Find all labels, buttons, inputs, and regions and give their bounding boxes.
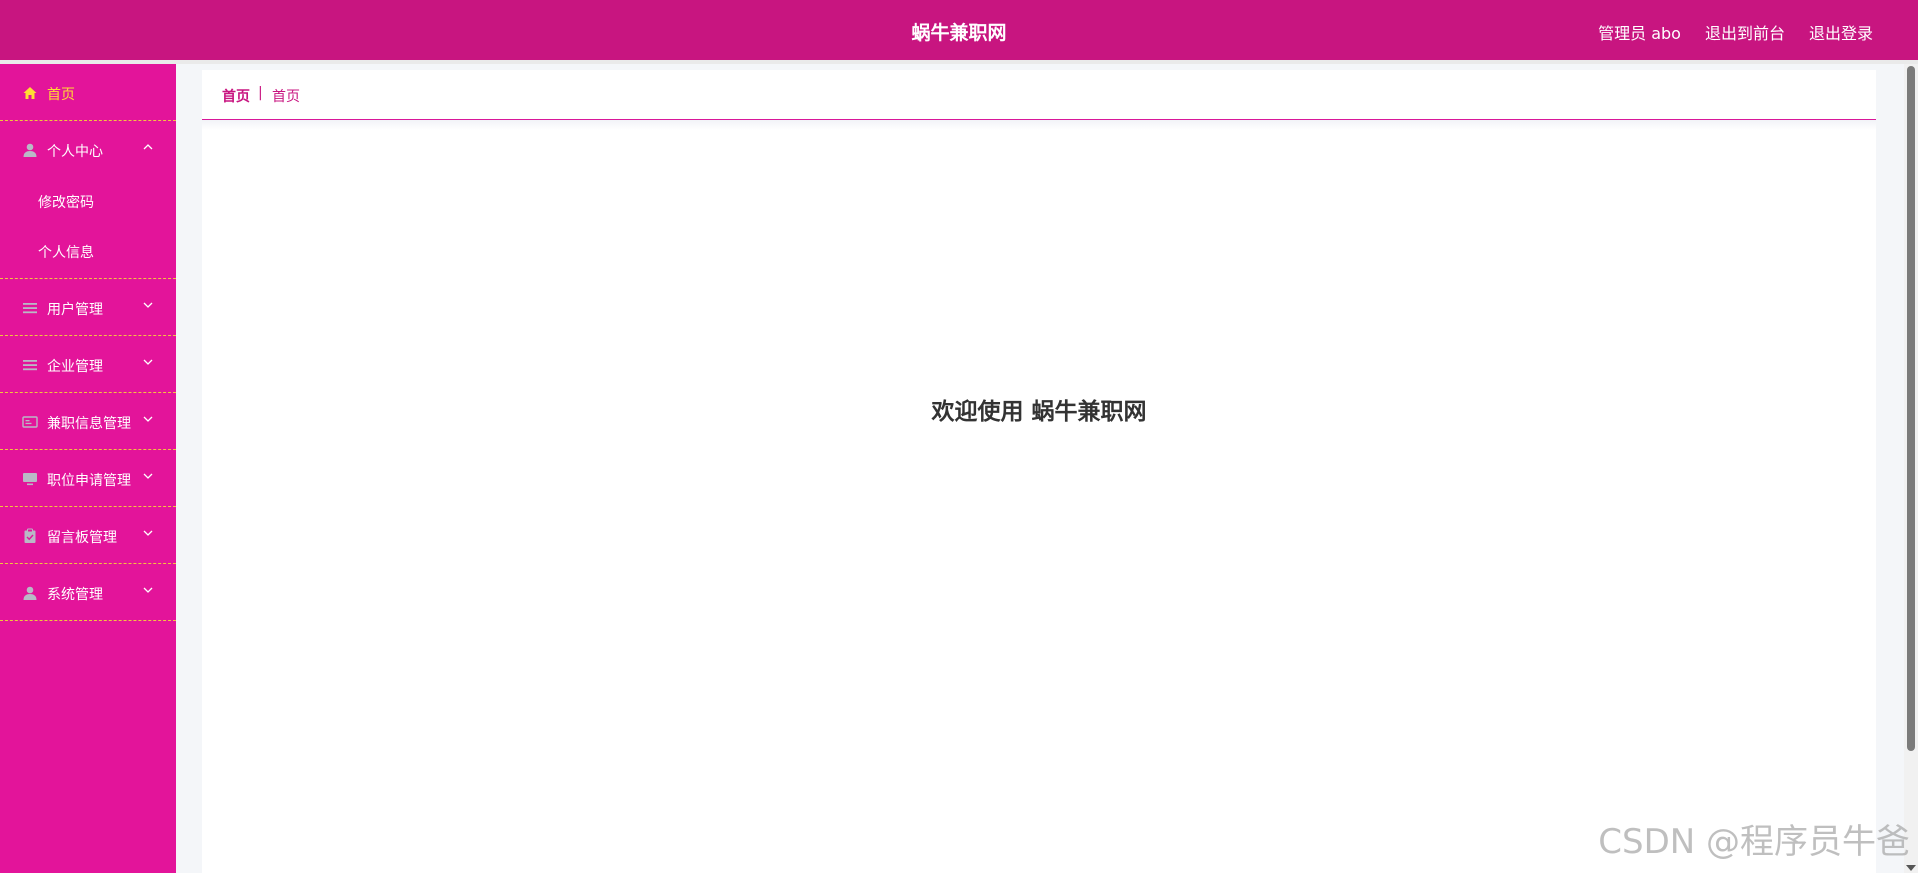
chevron-down-icon [143,587,153,593]
sidebar-item-job-application-management[interactable]: 职位申请管理 [0,450,176,507]
sidebar-item-user-management[interactable]: 用户管理 [0,279,176,336]
breadcrumb-shadow [202,120,1876,130]
card-icon [22,416,38,428]
chevron-down-icon [143,302,153,308]
top-links: 管理员 abo 退出到前台 退出登录 [1598,20,1873,44]
sidebar-subitem-personal-info[interactable]: 个人信息 [0,228,176,278]
chevron-down-icon [143,359,153,365]
breadcrumb-current: 首页 [272,89,300,105]
sidebar-item-label: 留言板管理 [47,530,117,546]
sidebar-item-label: 用户管理 [47,302,103,318]
sidebar-item-message-board-management[interactable]: 留言板管理 [0,507,176,564]
exit-to-front-link[interactable]: 退出到前台 [1705,20,1785,44]
sidebar-item-label: 系统管理 [47,587,103,603]
chevron-down-icon [143,416,153,422]
user-icon [23,586,37,600]
chevron-down-icon [143,473,153,479]
sidebar-item-label: 职位申请管理 [47,473,131,489]
sidebar-item-parttime-info-management[interactable]: 兼职信息管理 [0,393,176,450]
home-icon [23,87,37,99]
welcome-message: 欢迎使用 蜗牛兼职网 [931,399,1147,425]
sidebar-item-home[interactable]: 首页 [0,64,176,121]
main-content: 首页 | 首页 欢迎使用 蜗牛兼职网 [202,70,1876,873]
sidebar-item-label: 企业管理 [47,359,103,375]
header-divider [0,60,1918,64]
sidebar: 首页 个人中心 修改密码 个人信息 用户管理 企业管理 兼职信息管理 职位申请管… [0,64,176,873]
user-icon [23,143,37,157]
breadcrumb-home[interactable]: 首页 [222,86,250,106]
chevron-up-icon [143,144,153,150]
sidebar-item-label: 首页 [47,87,75,103]
sidebar-item-enterprise-management[interactable]: 企业管理 [0,336,176,393]
sidebar-item-system-management[interactable]: 系统管理 [0,564,176,621]
scroll-down-arrow-icon[interactable] [1906,865,1916,871]
list-icon [23,303,37,314]
logout-link[interactable]: 退出登录 [1809,20,1873,44]
breadcrumb: 首页 | 首页 [202,70,1876,120]
watermark: CSDN @程序员牛爸 [1598,822,1910,862]
top-bar: 蜗牛兼职网 管理员 abo 退出到前台 退出登录 [0,0,1918,60]
monitor-icon [23,473,37,486]
sidebar-item-label: 个人中心 [47,144,103,160]
scrollbar-thumb[interactable] [1907,66,1915,751]
clipboard-icon [24,528,36,543]
chevron-down-icon [143,530,153,536]
list-icon [23,360,37,371]
breadcrumb-separator: | [258,85,263,101]
page-scrollbar[interactable] [1904,64,1918,873]
sidebar-item-label: 兼职信息管理 [47,416,131,432]
admin-user-label[interactable]: 管理员 abo [1598,20,1681,44]
sidebar-subitem-change-password[interactable]: 修改密码 [0,178,176,228]
sidebar-item-personal-center[interactable]: 个人中心 [0,121,176,178]
sidebar-group-personal-center: 个人中心 修改密码 个人信息 [0,121,176,279]
